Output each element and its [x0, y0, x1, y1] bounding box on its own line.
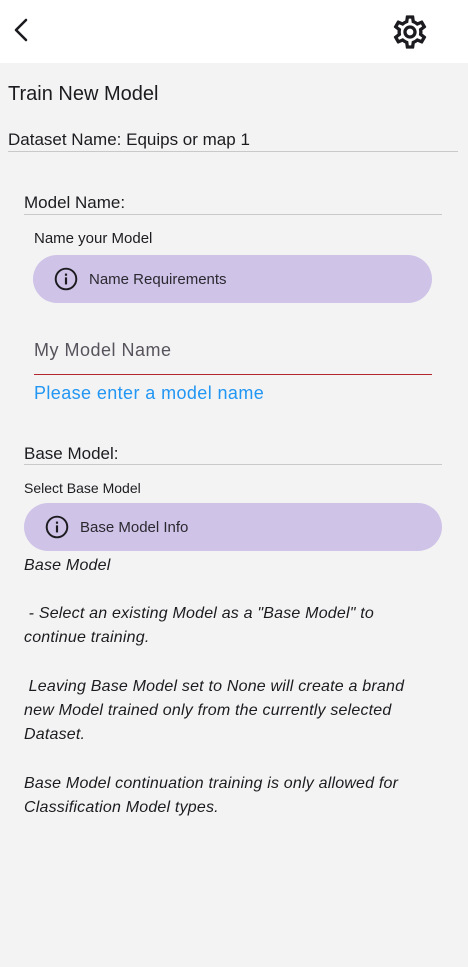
chevron-left-icon: [14, 18, 28, 42]
model-name-sub-label: Name your Model: [34, 230, 153, 247]
model-name-input-underline: [34, 374, 432, 375]
base-model-sub-label: Select Base Model: [24, 480, 141, 496]
base-model-info-button[interactable]: Base Model Info: [24, 503, 442, 551]
model-name-error: Please enter a model name: [34, 383, 265, 403]
page-title: Train New Model: [8, 83, 159, 105]
base-model-desc-line: Leaving Base Model set to None will crea…: [24, 678, 405, 695]
dataset-divider: [8, 151, 458, 152]
base-model-desc-line: Classification Model types.: [24, 799, 219, 816]
model-name-section-title: Model Name:: [24, 193, 126, 212]
model-name-divider: [24, 214, 442, 215]
back-button[interactable]: [6, 14, 38, 46]
info-circle-icon: [54, 267, 78, 291]
model-name-input[interactable]: [34, 330, 432, 370]
settings-button[interactable]: [390, 12, 430, 52]
dataset-name-label: Dataset Name: Equips or map 1: [8, 130, 250, 149]
base-model-info-label: Base Model Info: [80, 518, 189, 536]
name-requirements-label: Name Requirements: [89, 270, 227, 288]
base-model-divider: [24, 464, 442, 465]
base-model-desc-line: Dataset.: [24, 726, 86, 743]
base-model-desc-heading: Base Model: [24, 557, 111, 574]
base-model-section-title: Base Model:: [24, 444, 119, 463]
base-model-desc-line: continue training.: [24, 629, 150, 646]
name-requirements-button[interactable]: Name Requirements: [33, 255, 432, 303]
base-model-desc-line: new Model trained only from the currentl…: [24, 702, 392, 719]
info-circle-icon: [45, 515, 69, 539]
app-bar: [0, 0, 468, 63]
base-model-desc-line: - Select an existing Model as a "Base Mo…: [24, 605, 375, 622]
gear-icon: [393, 15, 427, 49]
base-model-desc-line: Base Model continuation training is only…: [24, 775, 399, 792]
